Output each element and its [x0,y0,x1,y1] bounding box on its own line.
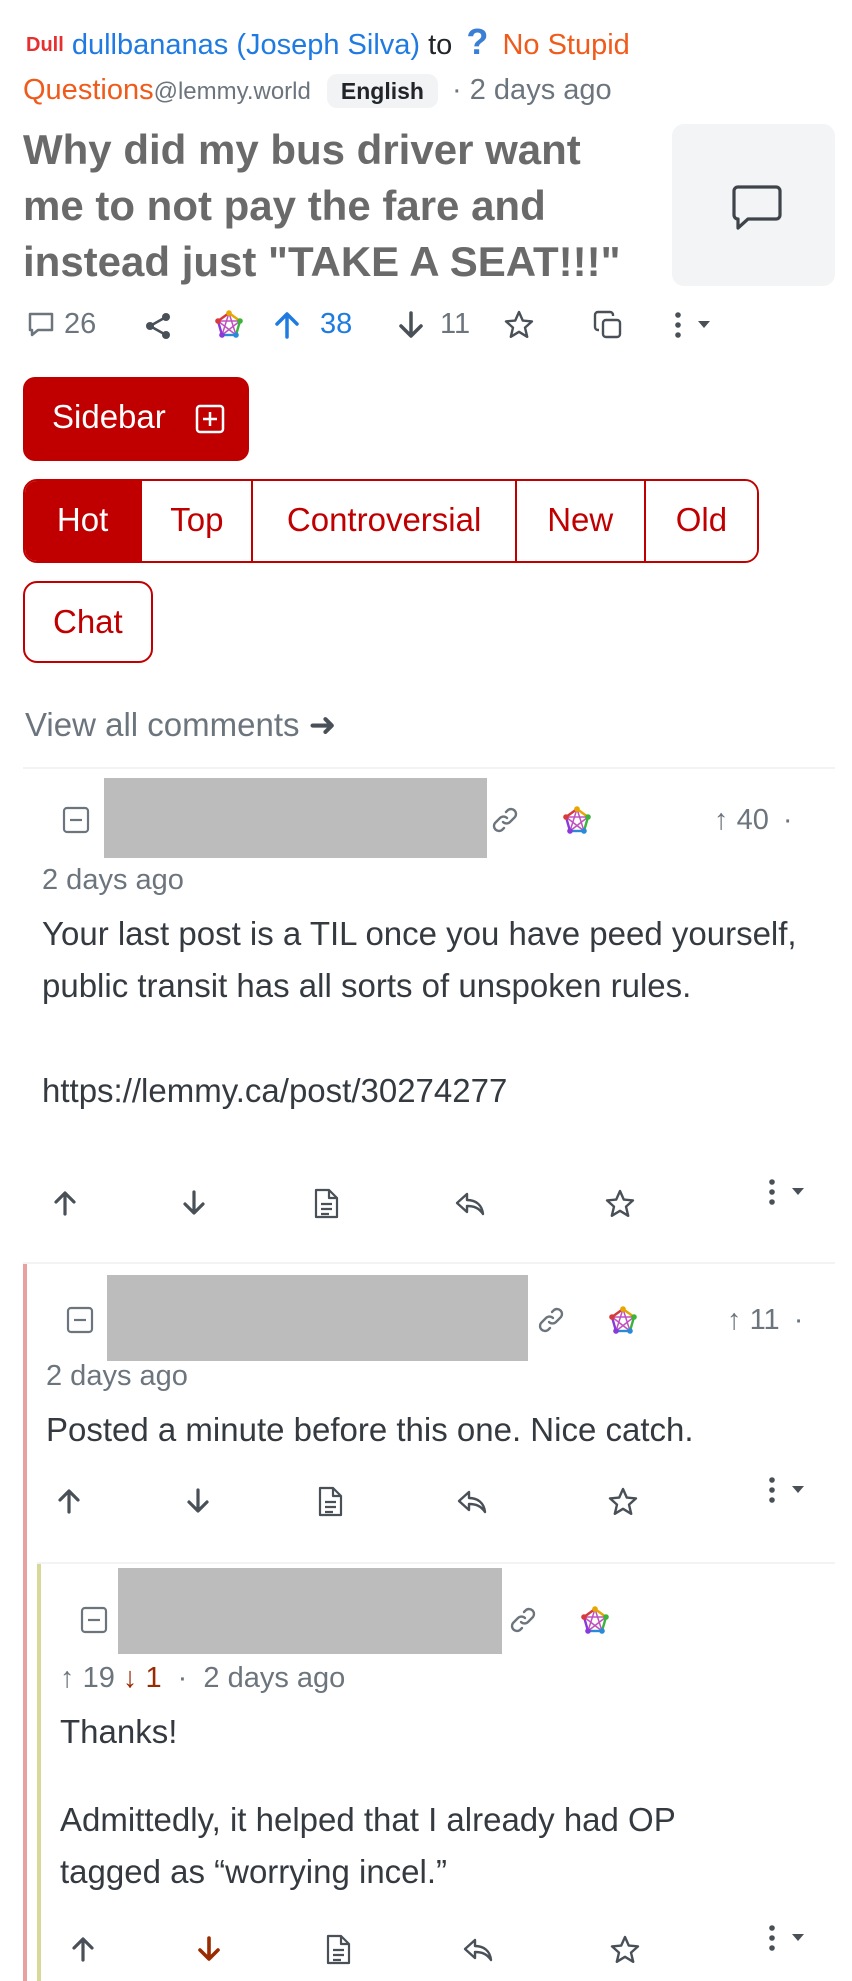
fediverse-icon[interactable] [214,310,244,340]
arrow-up-icon[interactable] [70,1936,96,1962]
post-meta-line1: Dull dullbananas (Joseph Silva) to ? No … [26,22,630,65]
more-options-icon[interactable] [760,1474,816,1506]
document-icon[interactable] [316,1486,344,1518]
redacted-username [107,1275,528,1361]
language-badge: English [326,74,438,108]
arrow-down-icon[interactable] [185,1488,211,1514]
fediverse-icon[interactable] [562,806,592,836]
redacted-username [104,778,487,858]
view-all-label: View all comments [25,706,300,743]
arrow-down-icon [399,311,423,338]
arrow-up-icon [275,312,299,339]
comment-time: 2 days ago [46,1360,188,1392]
post-meta-line2: Questions@lemmy.world English · 2 days a… [23,70,612,112]
score-value: 40 [736,804,769,836]
community-instance: @lemmy.world [153,78,311,105]
more-options-icon[interactable] [760,1176,816,1208]
more-options-icon[interactable] [666,309,722,341]
arrow-up-icon: ↑ [60,1662,75,1694]
arrow-up-icon: ↑ [727,1304,742,1336]
comment-2: ↑ 11 · 2 days ago Posted a minute before… [0,1264,852,1554]
comment-icon [28,312,54,337]
fediverse-icon[interactable] [580,1606,610,1636]
arrow-up-icon[interactable] [56,1488,82,1514]
reply-icon[interactable] [454,1190,486,1218]
sidebar-button-label: Sidebar [52,398,166,435]
comment-score: ↑ 11 · [727,1304,804,1336]
arrow-up-icon: ↑ [714,804,729,836]
arrow-down-icon: ↓ [122,1662,138,1694]
community-link-part2[interactable]: Questions [23,74,154,106]
post-title[interactable]: Why did my bus driver want me to not pay… [23,122,633,290]
tab-top[interactable]: Top [140,481,252,561]
chat-button[interactable]: Chat [23,581,153,663]
author-link[interactable]: dullbananas (Joseph Silva) [72,29,420,61]
comment-body-p2: Admittedly, it helped that I already had… [60,1801,676,1890]
comment-meta: ↑ 19 ↓ 1 · 2 days ago [60,1662,346,1694]
upvote-count: 19 [82,1662,115,1694]
star-icon[interactable] [604,1188,636,1220]
arrow-up-icon[interactable] [52,1190,78,1216]
downvote-count: 1 [145,1662,162,1694]
collapse-icon[interactable] [80,1606,108,1634]
reply-icon[interactable] [462,1936,494,1964]
author-badge: Dull [26,34,64,56]
star-icon[interactable] [609,1934,641,1966]
comment-time: 2 days ago [42,864,184,896]
comment-count: 26 [64,308,97,340]
to-label: to [428,29,453,61]
redacted-username [118,1568,502,1654]
star-icon[interactable] [607,1486,639,1518]
comment-link[interactable]: https://lemmy.ca/post/30274277 [42,1065,507,1117]
sidebar-button[interactable]: Sidebar [23,377,249,461]
link-icon[interactable] [489,804,521,836]
community-link-part1[interactable]: No Stupid [502,29,629,61]
collapse-icon[interactable] [66,1306,94,1334]
arrow-down-icon[interactable] [196,1936,222,1962]
downvote-count: 11 [440,308,471,340]
arrow-down-icon[interactable] [181,1190,207,1216]
link-icon[interactable] [507,1604,539,1636]
tab-hot[interactable]: Hot [25,481,141,561]
arrow-right-icon: ➜ [308,706,337,743]
community-question-icon: ? [466,21,489,62]
plus-square-icon [195,404,225,434]
reply-icon[interactable] [456,1488,488,1516]
comment-score: ↑ 40 · [714,804,793,836]
comment-1: ↑ 40 · 2 days ago Your last post is a TI… [0,768,852,1258]
star-icon[interactable] [503,309,535,341]
copy-icon[interactable] [592,309,624,341]
collapse-icon[interactable] [62,806,90,834]
comment-bubble-icon [732,185,782,230]
comment-3: ↑ 19 ↓ 1 · 2 days ago Thanks! Admittedly… [0,1564,852,1981]
sort-tabs: Hot Top Controversial New Old [23,479,759,563]
share-icon[interactable] [143,311,173,341]
link-icon[interactable] [535,1304,567,1336]
fediverse-icon[interactable] [608,1306,638,1336]
comment-body: Posted a minute before this one. Nice ca… [46,1411,694,1448]
view-all-comments-link[interactable]: View all comments ➜ [25,702,336,748]
document-icon[interactable] [312,1188,340,1220]
document-icon[interactable] [324,1934,352,1966]
comment-body-p1: Thanks! [60,1713,178,1750]
tab-controversial[interactable]: Controversial [251,481,515,561]
more-options-icon[interactable] [760,1922,816,1954]
score-value: 11 [749,1304,780,1336]
upvote-count: 38 [320,308,353,340]
post-time: · 2 days ago [452,74,612,106]
tab-new[interactable]: New [514,481,644,561]
comment-body: Your last post is a TIL once you have pe… [42,915,797,1004]
comment-time: 2 days ago [203,1662,346,1694]
post-thumbnail[interactable] [672,124,835,286]
tab-old[interactable]: Old [643,481,757,561]
